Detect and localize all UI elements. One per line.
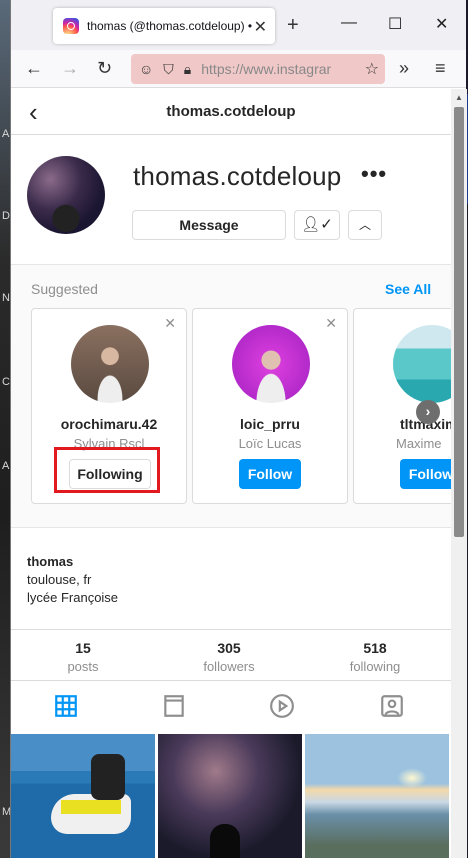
bio-line: toulouse, fr xyxy=(27,572,92,587)
follow-button[interactable]: Follow xyxy=(239,459,301,489)
chevron-up-icon[interactable]: ︿ xyxy=(348,210,382,240)
stat-followers[interactable]: 305 followers xyxy=(169,640,289,674)
bio-line: lycée Françoise xyxy=(27,590,119,605)
more-options-icon[interactable]: ••• xyxy=(361,161,387,187)
dismiss-icon[interactable]: ✕ xyxy=(325,315,337,332)
close-window-icon[interactable]: ✕ xyxy=(435,14,448,34)
profile-header: ‹ thomas.cotdeloup xyxy=(11,89,451,135)
url-text: https://www.instagram.com/thomas.cotdelo… xyxy=(201,61,332,77)
scrollbar[interactable]: ▲ xyxy=(451,89,467,858)
desktop-background-left: A D N C A M xyxy=(0,0,11,858)
menu-icon[interactable]: ≡ xyxy=(435,58,446,79)
profile-bio: thomas toulouse, fr lycée Françoise xyxy=(27,554,118,605)
bio-name: thomas xyxy=(27,554,74,569)
avatar[interactable] xyxy=(232,325,310,403)
tagged-icon[interactable] xyxy=(379,693,405,719)
card-username[interactable]: loic_prru xyxy=(193,416,347,432)
suggested-title: Suggested xyxy=(31,281,98,297)
scroll-up-icon[interactable]: ▲ xyxy=(455,93,463,102)
profile-avatar[interactable] xyxy=(27,156,105,234)
tab-bar: thomas (@thomas.cotdeloup) • ✕ + — ☐ ✕ xyxy=(11,0,466,50)
forward-icon[interactable]: → xyxy=(61,58,79,79)
profile-stats: 15 posts 305 followers 518 following xyxy=(11,629,451,681)
header-username: thomas.cotdeloup xyxy=(166,103,296,120)
lock-icon: 🔒︎ xyxy=(183,60,192,77)
scrollbar-thumb[interactable] xyxy=(454,107,464,537)
highlight-box xyxy=(54,447,160,493)
card-fullname: Loïc Lucas xyxy=(238,436,302,451)
stat-label: following xyxy=(349,659,401,674)
shield-icon: ⛉ xyxy=(163,60,174,77)
minimize-icon[interactable]: — xyxy=(341,14,357,32)
following-person-icon[interactable]: 👤︎✓ xyxy=(294,210,340,240)
grid-icon[interactable] xyxy=(53,693,79,719)
suggestion-card: tltmaxim Maxime Follow xyxy=(353,308,467,504)
instagram-icon xyxy=(63,18,79,34)
see-all-link[interactable]: See All xyxy=(385,281,431,297)
stat-label: posts xyxy=(67,659,99,674)
stat-value: 305 xyxy=(217,640,241,656)
feed-icon[interactable] xyxy=(161,693,187,719)
card-username[interactable]: orochimaru.42 xyxy=(32,416,186,432)
reload-icon[interactable]: ↻ xyxy=(97,58,112,79)
instagram-page: ‹ thomas.cotdeloup thomas.cotdeloup ••• … xyxy=(11,89,467,858)
post-thumbnail[interactable] xyxy=(158,734,302,858)
url-bar[interactable]: ☺ ⛉ 🔒︎ https://www.instagram.com/thomas.… xyxy=(131,54,385,84)
browser-window: thomas (@thomas.cotdeloup) • ✕ + — ☐ ✕ ←… xyxy=(10,0,467,858)
stat-value: 518 xyxy=(363,640,387,656)
reels-play-icon[interactable] xyxy=(269,693,295,719)
post-grid xyxy=(11,734,451,858)
post-thumbnail[interactable] xyxy=(11,734,155,858)
stat-value: 15 xyxy=(75,640,91,656)
maximize-icon[interactable]: ☐ xyxy=(388,14,402,34)
tab-title: thomas (@thomas.cotdeloup) • xyxy=(87,19,253,33)
tracking-icon: ☺ xyxy=(139,61,154,77)
close-tab-icon[interactable]: ✕ xyxy=(254,17,267,37)
bookmark-star-icon[interactable]: ☆ xyxy=(365,59,379,79)
suggestion-card: ✕ loic_prru Loïc Lucas Follow xyxy=(192,308,348,504)
post-thumbnail[interactable] xyxy=(305,734,449,858)
dismiss-icon[interactable]: ✕ xyxy=(164,315,176,332)
stat-following[interactable]: 518 following xyxy=(315,640,435,674)
overflow-chevron-icon[interactable]: » xyxy=(399,58,409,79)
navigation-bar: ← → ↻ ☺ ⛉ 🔒︎ https://www.instagram.com/t… xyxy=(11,50,466,88)
browser-tab[interactable]: thomas (@thomas.cotdeloup) • ✕ xyxy=(53,8,275,44)
profile-username: thomas.cotdeloup xyxy=(133,161,342,191)
message-button[interactable]: Message xyxy=(132,210,286,240)
next-arrow-icon[interactable]: › xyxy=(416,400,440,424)
content-tabs xyxy=(11,683,451,731)
new-tab-icon[interactable]: + xyxy=(287,14,299,37)
back-icon[interactable]: ← xyxy=(25,58,43,79)
stat-label: followers xyxy=(203,659,255,674)
avatar[interactable] xyxy=(71,325,149,403)
stat-posts: 15 posts xyxy=(23,640,143,674)
